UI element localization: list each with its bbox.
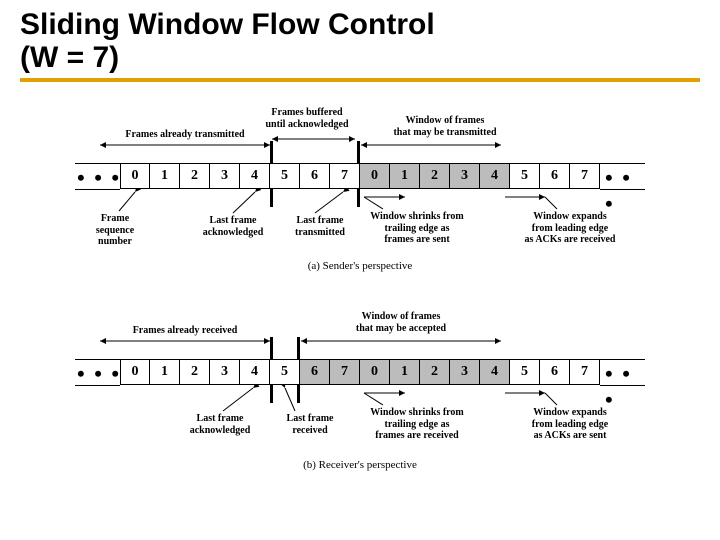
frame-cell: 4 <box>240 163 270 189</box>
frame-cell: 4 <box>240 359 270 385</box>
label-expand-rx: Window expands from leading edge as ACKs… <box>505 407 635 442</box>
receiver-cell-row: 0123456701234567 <box>120 359 600 385</box>
dots-left-a: • • • <box>77 165 121 191</box>
frame-cell: 2 <box>420 359 450 385</box>
label-shrink-rx: Window shrinks from trailing edge as fra… <box>357 407 477 442</box>
frame-cell: 0 <box>360 163 390 189</box>
label-frames-buffered: Frames buffered until acknowledged <box>257 107 357 130</box>
slide-title: Sliding Window Flow Control (W = 7) <box>0 0 720 74</box>
frame-cell: 5 <box>510 163 540 189</box>
label-last-rx: Last frame received <box>270 413 350 436</box>
frame-cell: 6 <box>300 163 330 189</box>
frame-cell: 6 <box>540 163 570 189</box>
title-line1: Sliding Window Flow Control <box>20 8 435 41</box>
divider-bar <box>20 78 700 82</box>
label-seq-num: Frame sequence number <box>85 213 145 248</box>
frame-cell: 3 <box>210 163 240 189</box>
frame-cell: 5 <box>270 359 300 385</box>
caption-b: (b) Receiver's perspective <box>275 459 445 471</box>
frame-cell: 4 <box>480 163 510 189</box>
frame-cell: 3 <box>450 359 480 385</box>
frame-cell: 7 <box>570 163 600 189</box>
title-line2: (W = 7) <box>20 41 119 74</box>
sender-hline-l <box>75 163 120 164</box>
frame-cell: 7 <box>570 359 600 385</box>
frame-cell: 1 <box>150 359 180 385</box>
caption-a: (a) Sender's perspective <box>275 260 445 272</box>
frame-cell: 3 <box>210 359 240 385</box>
label-window-rx: Window of frames that may be accepted <box>331 311 471 334</box>
frame-cell: 0 <box>120 359 150 385</box>
dots-right-b: • • • <box>605 361 645 413</box>
frame-cell: 6 <box>540 359 570 385</box>
frame-cell: 0 <box>360 359 390 385</box>
dots-left-b: • • • <box>77 361 121 387</box>
frame-cell: 2 <box>420 163 450 189</box>
label-expand-tx: Window expands from leading edge as ACKs… <box>505 211 635 246</box>
frame-cell: 4 <box>480 359 510 385</box>
frame-cell: 1 <box>150 163 180 189</box>
label-window-tx: Window of frames that may be transmitted <box>375 115 515 138</box>
label-last-ack-rx: Last frame acknowledged <box>175 413 265 436</box>
label-last-ack-tx: Last frame acknowledged <box>193 215 273 238</box>
sender-cell-row: 0123456701234567 <box>120 163 600 189</box>
frame-cell: 1 <box>390 163 420 189</box>
label-frames-received: Frames already received <box>115 325 255 337</box>
label-frames-transmitted: Frames already transmitted <box>115 129 255 141</box>
sender-hline-r <box>600 163 645 164</box>
frame-cell: 2 <box>180 359 210 385</box>
frame-cell: 7 <box>330 359 360 385</box>
label-last-tx: Last frame transmitted <box>280 215 360 238</box>
receiver-hline-l <box>75 359 120 360</box>
frame-cell: 6 <box>300 359 330 385</box>
frame-cell: 5 <box>270 163 300 189</box>
frame-cell: 1 <box>390 359 420 385</box>
label-shrink-tx: Window shrinks from trailing edge as fra… <box>357 211 477 246</box>
frame-cell: 3 <box>450 163 480 189</box>
dots-right-a: • • • <box>605 165 645 217</box>
receiver-hline-r <box>600 359 645 360</box>
frame-cell: 5 <box>510 359 540 385</box>
frame-cell: 2 <box>180 163 210 189</box>
frame-cell: 7 <box>330 163 360 189</box>
frame-cell: 0 <box>120 163 150 189</box>
